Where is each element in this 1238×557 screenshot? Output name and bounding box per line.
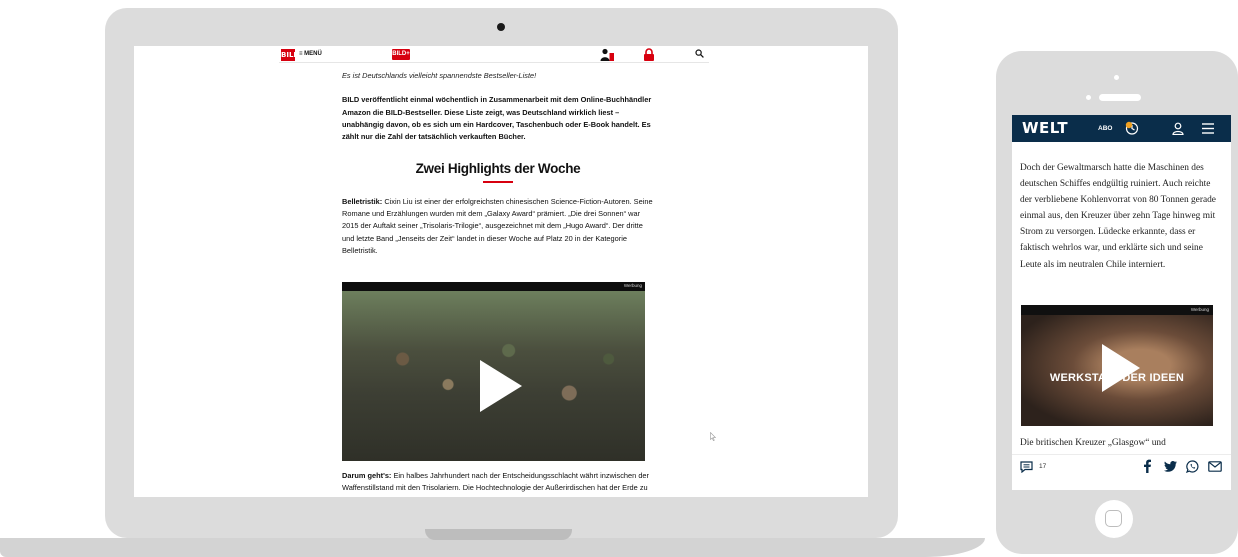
search-icon[interactable]: [695, 49, 704, 58]
menu-button[interactable]: ≡ MENÜ: [299, 49, 322, 59]
article-intro: Es ist Deutschlands vielleicht spannends…: [342, 71, 537, 80]
ad-label: Werbung: [623, 283, 642, 288]
comment-count[interactable]: 17: [1039, 463, 1046, 470]
welt-navbar: WELT ABO: [1012, 115, 1231, 142]
phone-screen: WELT ABO Doch der Gewaltmarsch hatte die…: [1012, 115, 1231, 490]
section-heading: Zwei Highlights der Woche: [415, 161, 581, 177]
phone-speaker: [1099, 94, 1141, 101]
laptop-camera: [497, 23, 505, 31]
article-lead: BILD veröffentlicht einmal wöchentlich i…: [342, 95, 652, 142]
hamburger-icon[interactable]: [1202, 123, 1214, 134]
share-bar: 17: [1012, 454, 1231, 490]
play-icon[interactable]: [480, 360, 522, 412]
notification-icon[interactable]: [1125, 121, 1139, 135]
paragraph-text: Cixin Liu ist einer der erfolgreichsten …: [342, 196, 653, 255]
twitter-icon[interactable]: [1164, 461, 1177, 472]
article-paragraph-2: Darum geht's: Ein halbes Jahrhundert nac…: [342, 470, 654, 495]
paragraph-label-2: Darum geht's:: [342, 471, 392, 480]
ad-label: Werbung: [1190, 307, 1209, 312]
article-paragraph: Belletristik: Cixin Liu ist einer der er…: [342, 196, 654, 257]
video-ad-bar: Werbung: [342, 282, 645, 291]
phone-sensor: [1114, 75, 1119, 80]
phone-camera: [1086, 95, 1091, 100]
comment-icon[interactable]: [1020, 461, 1033, 473]
bildplus-logo[interactable]: BILD+: [392, 49, 410, 60]
video-player[interactable]: Werbung WERKSTATT DER IDEEN: [1021, 305, 1213, 426]
laptop-screen: BILD ≡ MENÜ BILD+ Es ist Deutschlands vi…: [134, 46, 868, 497]
paragraph-label: Belletristik:: [342, 196, 383, 206]
abo-button[interactable]: ABO: [1098, 125, 1112, 132]
video-ad-bar: Werbung: [1021, 305, 1213, 315]
laptop-base: [0, 538, 985, 557]
lock-icon[interactable]: [643, 48, 655, 61]
user-icon[interactable]: [600, 48, 614, 61]
whatsapp-icon[interactable]: [1186, 460, 1199, 473]
user-icon[interactable]: [1172, 122, 1184, 135]
mail-icon[interactable]: [1208, 461, 1222, 472]
welt-article-continuation: Die britischen Kreuzer „Glasgow“ und: [1020, 438, 1166, 448]
section-divider: [483, 180, 513, 183]
cursor-icon: [710, 432, 716, 441]
welt-logo[interactable]: WELT: [1022, 119, 1068, 137]
bild-navbar: BILD ≡ MENÜ BILD+: [279, 46, 709, 63]
welt-article-text: Doch der Gewaltmarsch hatte die Maschine…: [1020, 163, 1216, 270]
video-player[interactable]: Werbung: [342, 282, 645, 461]
laptop-hinge-notch: [425, 529, 572, 540]
facebook-icon[interactable]: [1142, 459, 1152, 473]
home-button-square-icon: [1105, 510, 1122, 527]
play-icon[interactable]: [1102, 344, 1140, 392]
bild-logo[interactable]: BILD: [281, 49, 299, 61]
bild-article: Es ist Deutschlands vielleicht spannends…: [342, 70, 654, 257]
